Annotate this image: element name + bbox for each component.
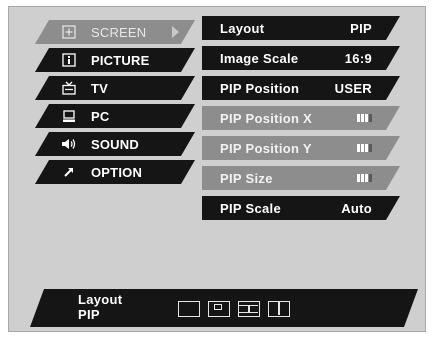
speaker-icon: [61, 136, 77, 152]
level-bar: [357, 114, 372, 122]
submenu-item-pip-size[interactable]: PIP Size: [202, 166, 400, 190]
submenu-item-value: 16:9: [344, 51, 372, 66]
submenu-item-label: PIP Position X: [220, 111, 313, 126]
picture-icon: [61, 52, 77, 68]
osd-screen: SCREEN PICTURE TV PC SOUND OPTION Layout: [0, 0, 434, 339]
submenu-item-value: Auto: [341, 201, 372, 216]
submenu-item-pip-position-x[interactable]: PIP Position X: [202, 106, 400, 130]
submenu-item-label: PIP Size: [220, 171, 273, 186]
submenu-item-label: PIP Scale: [220, 201, 282, 216]
submenu-item-value: USER: [334, 81, 372, 96]
submenu-item-image-scale[interactable]: Image Scale 16:9: [202, 46, 400, 70]
pc-monitor-icon: [61, 108, 77, 124]
submenu-item-pip-position[interactable]: PIP Position USER: [202, 76, 400, 100]
submenu-item-value: PIP: [350, 21, 372, 36]
menu-item-screen[interactable]: SCREEN: [35, 20, 195, 44]
submenu-item-label: Image Scale: [220, 51, 299, 66]
level-bar: [357, 144, 372, 152]
level-bar: [357, 174, 372, 182]
menu-item-sound[interactable]: SOUND: [35, 132, 195, 156]
info-title: Layout: [78, 292, 123, 307]
chevron-right-icon: [172, 26, 179, 38]
submenu-item-pip-scale[interactable]: PIP Scale Auto: [202, 196, 400, 220]
menu-item-tv[interactable]: TV: [35, 76, 195, 100]
pip-screen-icon[interactable]: [208, 301, 230, 317]
submenu-item-label: PIP Position: [220, 81, 300, 96]
single-screen-icon[interactable]: [178, 301, 200, 317]
tv-icon: [61, 80, 77, 96]
option-arrow-icon: [61, 164, 77, 180]
menu-item-label: TV: [91, 81, 109, 96]
submenu-item-layout[interactable]: Layout PIP: [202, 16, 400, 40]
split-screen-icon[interactable]: [268, 301, 290, 317]
info-value: PIP: [78, 307, 100, 322]
menu-item-pc[interactable]: PC: [35, 104, 195, 128]
submenu-item-label: Layout: [220, 21, 265, 36]
submenu-item-pip-position-y[interactable]: PIP Position Y: [202, 136, 400, 160]
menu-item-label: SCREEN: [91, 25, 147, 40]
menu-item-label: PC: [91, 109, 110, 124]
submenu-item-label: PIP Position Y: [220, 141, 312, 156]
menu-item-option[interactable]: OPTION: [35, 160, 195, 184]
split-box-screen-icon[interactable]: [238, 301, 260, 317]
screen-plus-icon: [61, 24, 77, 40]
menu-item-label: OPTION: [91, 165, 143, 180]
menu-item-label: PICTURE: [91, 53, 150, 68]
menu-item-picture[interactable]: PICTURE: [35, 48, 195, 72]
menu-item-label: SOUND: [91, 137, 139, 152]
info-bar: Layout PIP: [30, 289, 418, 327]
